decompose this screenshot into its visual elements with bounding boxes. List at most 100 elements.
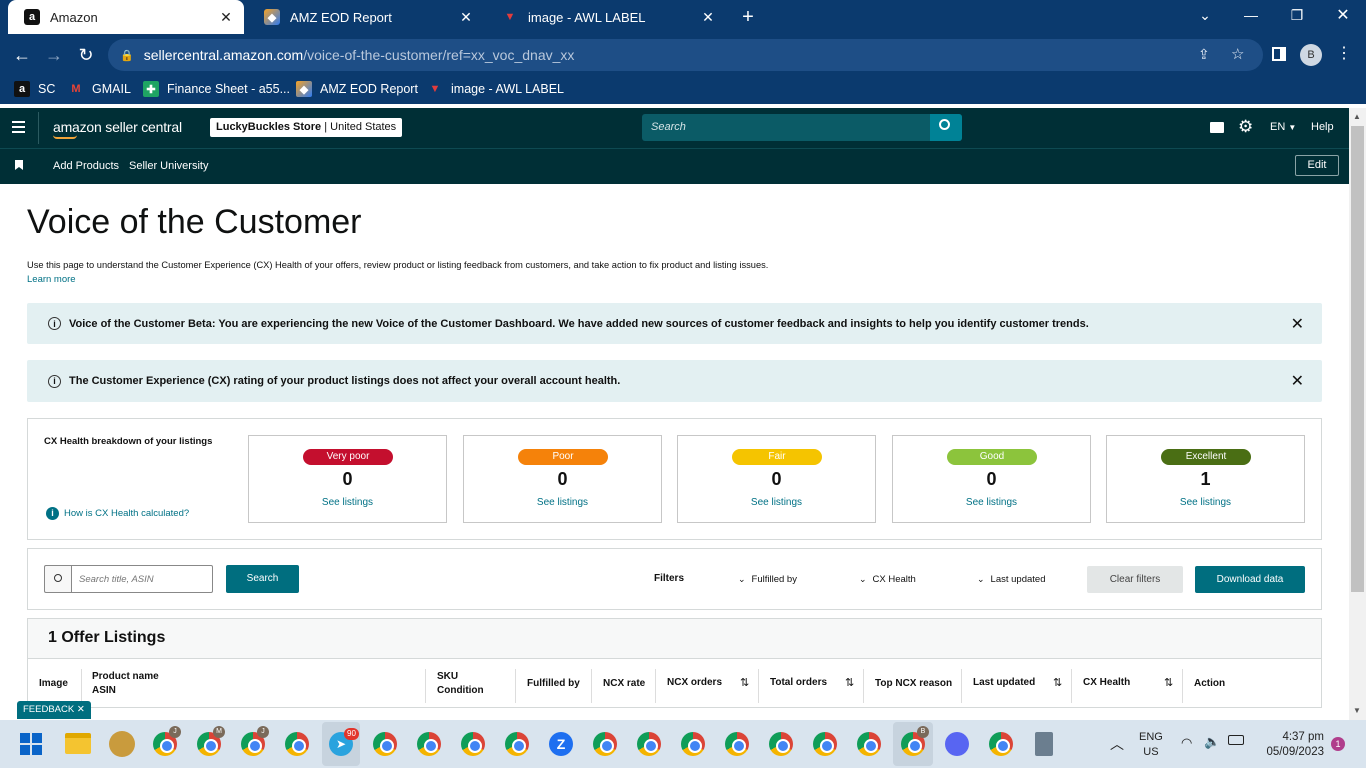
windows-start-icon[interactable] <box>20 733 42 755</box>
maximize-button[interactable]: ❐ <box>1274 0 1320 30</box>
column-header-ncx-orders[interactable]: NCX orders <box>667 677 722 688</box>
chrome-icon[interactable] <box>373 732 397 756</box>
see-listings-link[interactable]: See listings <box>1107 497 1304 508</box>
chrome-icon[interactable] <box>681 732 705 756</box>
language-selector[interactable]: EN ▼ <box>1270 121 1296 133</box>
bookmark-label: Finance Sheet - a55... <box>167 82 290 96</box>
column-header-sku: SKU <box>437 671 459 682</box>
gear-icon[interactable]: ⚙ <box>1238 117 1253 137</box>
chrome-icon[interactable] <box>989 732 1013 756</box>
zoom-icon[interactable]: Z <box>549 732 573 756</box>
reload-icon[interactable]: ↻ <box>72 42 100 68</box>
close-icon[interactable]: ✕ <box>218 9 234 25</box>
sort-icon[interactable]: ⇅ <box>1053 676 1062 689</box>
see-listings-link[interactable]: See listings <box>893 497 1090 508</box>
chrome-icon[interactable]: M <box>197 726 225 756</box>
column-header-ncx-rate[interactable]: NCX rate <box>603 678 645 689</box>
see-listings-link[interactable]: See listings <box>678 497 875 508</box>
how-calculated-link[interactable]: How is CX Health calculated? <box>64 508 189 519</box>
tab-amazon[interactable]: a Amazon ✕ <box>8 0 244 34</box>
close-icon[interactable]: ✕ <box>1291 371 1304 391</box>
edit-button[interactable]: Edit <box>1295 155 1339 176</box>
battery-icon[interactable] <box>1228 735 1244 745</box>
fulfilled-by-dropdown[interactable]: ⌄ Fulfilled by <box>738 574 797 585</box>
scrollbar-thumb[interactable] <box>1351 126 1364 592</box>
bookmark-gmail[interactable]: M GMAIL <box>68 81 131 97</box>
close-icon[interactable]: ✕ <box>458 9 474 25</box>
chrome-icon[interactable] <box>285 732 309 756</box>
file-explorer-icon[interactable] <box>65 733 91 754</box>
listing-search-input[interactable]: Search title, ASIN <box>71 565 213 593</box>
mail-icon[interactable] <box>1210 122 1224 133</box>
chrome-icon[interactable]: B <box>901 726 929 756</box>
notification-badge[interactable]: 1 <box>1331 737 1345 751</box>
chrome-icon[interactable] <box>417 732 441 756</box>
column-header-cx-health[interactable]: CX Health <box>1083 677 1130 688</box>
column-header-last-updated[interactable]: Last updated <box>973 677 1035 688</box>
chrome-icon[interactable] <box>857 732 881 756</box>
help-link[interactable]: Help <box>1311 121 1334 133</box>
cx-health-dropdown[interactable]: ⌄ CX Health <box>859 574 916 585</box>
chrome-icon[interactable] <box>769 732 793 756</box>
star-icon[interactable]: ☆ <box>1231 45 1244 63</box>
hamburger-menu-icon[interactable] <box>12 121 25 133</box>
calculator-icon[interactable] <box>1035 732 1053 756</box>
back-arrow-icon[interactable]: ← <box>8 42 36 68</box>
subnav-seller-university[interactable]: Seller University <box>129 160 208 172</box>
menu-dots-icon[interactable]: ⋮ <box>1336 43 1352 63</box>
wifi-icon[interactable]: ◠ <box>1181 735 1192 751</box>
chrome-icon[interactable] <box>637 732 661 756</box>
volume-icon[interactable]: 🔈 <box>1204 734 1220 750</box>
clock[interactable]: 4:37 pm 05/09/2023 <box>1256 730 1324 760</box>
address-bar[interactable]: 🔒 sellercentral.amazon.com/voice-of-the-… <box>108 39 1263 71</box>
download-data-button[interactable]: Download data <box>1195 566 1305 593</box>
chrome-icon[interactable] <box>505 732 529 756</box>
chevron-up-icon[interactable]: ︿ <box>1110 734 1124 754</box>
scroll-up-arrow-icon[interactable]: ▲ <box>1353 112 1361 121</box>
bookmark-amz-eod[interactable]: ◆ AMZ EOD Report <box>296 81 418 97</box>
bookmark-icon[interactable] <box>15 160 23 170</box>
bookmark-awl-label[interactable]: ▼ image - AWL LABEL <box>427 81 564 97</box>
see-listings-link[interactable]: See listings <box>249 497 446 508</box>
scroll-down-arrow-icon[interactable]: ▼ <box>1353 706 1361 715</box>
chrome-icon[interactable] <box>461 732 485 756</box>
discord-icon[interactable] <box>945 732 969 756</box>
chrome-icon[interactable] <box>725 732 749 756</box>
bookmark-finance-sheet[interactable]: ✚ Finance Sheet - a55... <box>143 81 290 97</box>
profile-avatar[interactable]: B <box>1300 44 1322 66</box>
subnav-add-products[interactable]: Add Products <box>53 160 119 172</box>
new-tab-button[interactable]: + <box>736 6 760 28</box>
close-icon[interactable]: ✕ <box>1291 314 1304 334</box>
column-header-total-orders[interactable]: Total orders <box>770 677 827 688</box>
minimize-button[interactable]: — <box>1228 0 1274 30</box>
sort-icon[interactable]: ⇅ <box>740 676 749 689</box>
side-panel-icon[interactable] <box>1272 47 1286 61</box>
tab-awl-label[interactable]: ▼ image - AWL LABEL ✕ <box>486 0 726 34</box>
app-icon[interactable] <box>109 731 135 757</box>
last-updated-dropdown[interactable]: ⌄ Last updated <box>977 574 1045 585</box>
see-listings-link[interactable]: See listings <box>464 497 661 508</box>
tab-amz-eod-report[interactable]: ◆ AMZ EOD Report ✕ <box>248 0 484 34</box>
language-indicator[interactable]: ENG US <box>1139 730 1163 760</box>
close-icon[interactable]: ✕ <box>700 9 716 25</box>
search-button[interactable] <box>930 114 962 141</box>
bookmark-sc[interactable]: a SC <box>14 81 55 97</box>
chrome-icon[interactable]: J <box>153 726 181 756</box>
store-switcher[interactable]: LuckyBuckles Store | United States <box>210 118 403 137</box>
share-icon[interactable]: ⇪ <box>1198 46 1210 63</box>
listings-header-bar <box>28 619 1321 659</box>
sort-icon[interactable]: ⇅ <box>845 676 854 689</box>
search-button[interactable]: Search <box>226 565 299 593</box>
window-close-button[interactable]: ✕ <box>1320 0 1366 30</box>
feedback-tab[interactable]: FEEDBACK ✕ <box>17 701 91 719</box>
seller-central-search[interactable]: Search <box>642 114 962 141</box>
seller-central-logo[interactable]: amazon seller central <box>53 119 182 135</box>
learn-more-link[interactable]: Learn more <box>27 274 76 285</box>
chrome-icon[interactable] <box>813 732 837 756</box>
clear-filters-button[interactable]: Clear filters <box>1087 566 1183 593</box>
chrome-icon[interactable]: J <box>241 726 269 756</box>
sort-icon[interactable]: ⇅ <box>1164 676 1173 689</box>
chevron-down-icon[interactable]: ⌄ <box>1182 0 1228 30</box>
forward-arrow-icon[interactable]: → <box>40 42 68 68</box>
chrome-icon[interactable] <box>593 732 617 756</box>
